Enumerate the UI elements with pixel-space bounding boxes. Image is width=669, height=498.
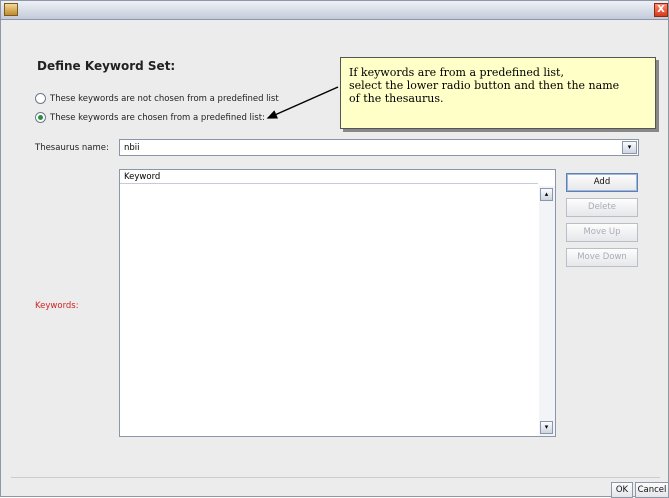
add-button[interactable]: Add	[566, 173, 638, 192]
cancel-button[interactable]: Cancel	[635, 482, 669, 498]
radio-not-predefined[interactable]: These keywords are not chosen from a pre…	[35, 93, 279, 104]
ok-button[interactable]: OK	[611, 482, 633, 498]
radio-button-selected[interactable]	[35, 112, 46, 123]
keyword-table[interactable]: Keyword ▴ ▾	[119, 169, 556, 437]
callout-line-1: If keywords are from a predefined list,	[349, 66, 564, 79]
move-down-button[interactable]: Move Down	[566, 248, 638, 267]
divider	[11, 477, 660, 478]
title-bar[interactable]: X	[1, 1, 668, 20]
keyword-set-dialog: X Define Keyword Set: These keywords are…	[0, 0, 669, 498]
scroll-up-icon[interactable]: ▴	[540, 188, 553, 201]
thesaurus-name-combobox[interactable]: nbii ▾	[119, 139, 639, 156]
java-app-icon	[4, 3, 18, 16]
radio-predefined[interactable]: These keywords are chosen from a predefi…	[35, 112, 265, 123]
radio-label-predefined: These keywords are chosen from a predefi…	[50, 112, 265, 123]
radio-label-not-predefined: These keywords are not chosen from a pre…	[50, 93, 279, 104]
keywords-label: Keywords:	[35, 301, 79, 311]
close-button[interactable]: X	[654, 3, 668, 17]
chevron-down-icon[interactable]: ▾	[622, 141, 637, 154]
table-scrollbar[interactable]: ▴ ▾	[539, 186, 555, 436]
callout-line-3: of the thesaurus.	[349, 92, 444, 105]
radio-button-unselected[interactable]	[35, 93, 46, 104]
thesaurus-name-value: nbii	[124, 143, 140, 153]
scroll-down-icon[interactable]: ▾	[540, 421, 553, 434]
page-title: Define Keyword Set:	[37, 59, 176, 73]
callout-line-2: select the lower radio button and then t…	[349, 79, 620, 92]
delete-button[interactable]: Delete	[566, 198, 638, 217]
thesaurus-name-label: Thesaurus name:	[35, 143, 109, 153]
move-up-button[interactable]: Move Up	[566, 223, 638, 242]
keyword-column-header[interactable]: Keyword	[120, 170, 538, 184]
help-callout: If keywords are from a predefined list, …	[340, 57, 656, 129]
